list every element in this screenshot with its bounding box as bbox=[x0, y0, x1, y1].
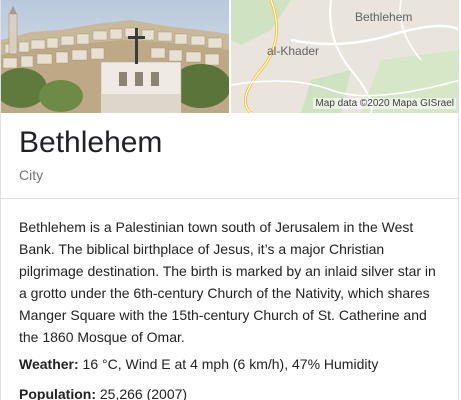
divider bbox=[1, 198, 458, 199]
city-photo-image bbox=[1, 0, 229, 113]
entity-subtitle: City bbox=[19, 167, 44, 183]
map-graphic bbox=[231, 0, 458, 113]
location-map[interactable]: Bethlehem al-Khader Map data ©2020 Mapa … bbox=[231, 0, 458, 113]
knowledge-panel: Bethlehem al-Khader Map data ©2020 Mapa … bbox=[0, 0, 459, 400]
weather-value: 16 °C, Wind E at 4 mph (6 km/h), 47% Hum… bbox=[82, 356, 379, 372]
entity-description: Bethlehem is a Palestinian town south of… bbox=[19, 219, 436, 345]
map-credit: Map data ©2020 Mapa GISrael bbox=[313, 98, 456, 109]
population-value: 25,266 (2007) bbox=[99, 386, 188, 400]
population-fact: Population: 25,266 (2007) bbox=[19, 384, 187, 400]
entity-title: Bethlehem bbox=[19, 126, 163, 159]
weather-fact: Weather: 16 °C, Wind E at 4 mph (6 km/h)… bbox=[19, 354, 378, 374]
map-label-bethlehem: Bethlehem bbox=[355, 10, 413, 24]
media-strip: Bethlehem al-Khader Map data ©2020 Mapa … bbox=[1, 0, 458, 113]
population-label[interactable]: Population: bbox=[19, 386, 96, 400]
weather-label[interactable]: Weather: bbox=[19, 356, 79, 372]
city-photo[interactable] bbox=[1, 0, 229, 113]
map-label-al-khader: al-Khader bbox=[267, 44, 320, 58]
